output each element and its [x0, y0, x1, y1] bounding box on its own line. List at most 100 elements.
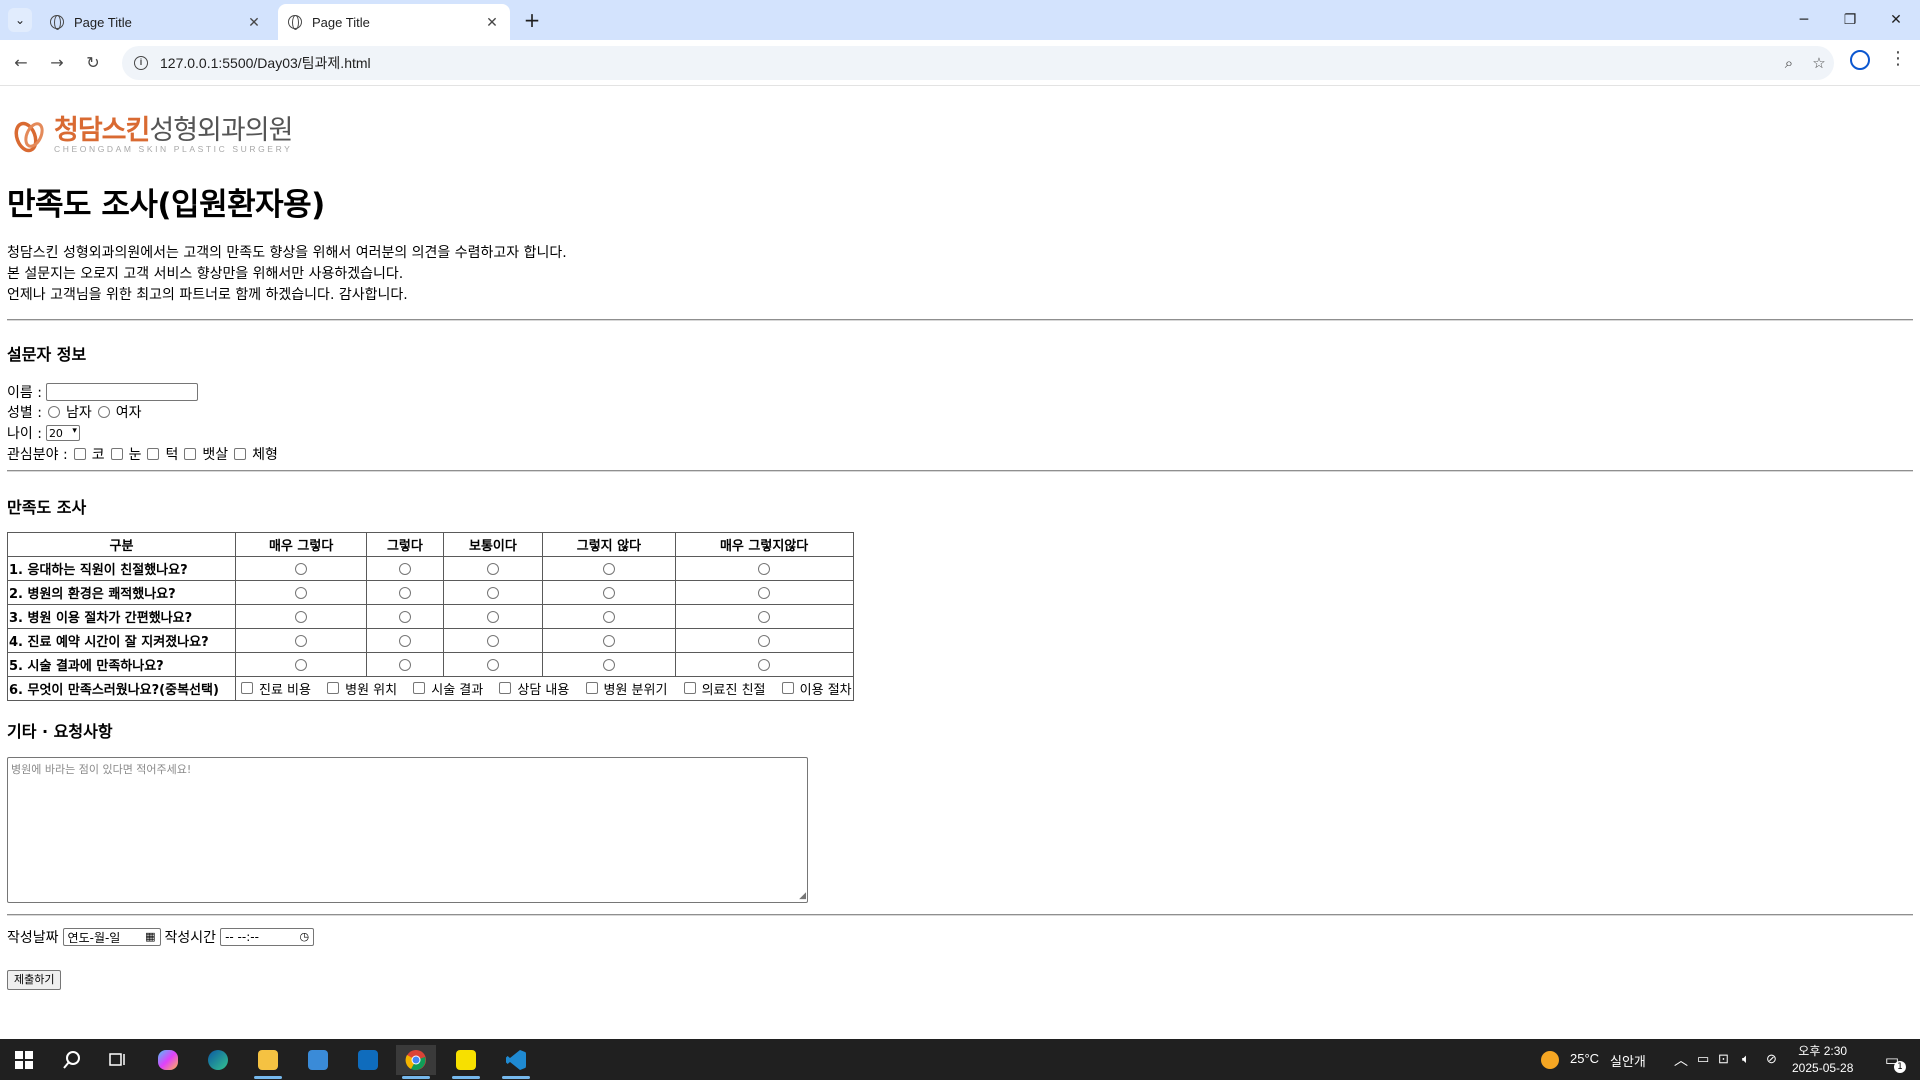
date-input[interactable]: 연도-월-일 ▦ [62, 928, 161, 946]
back-icon[interactable]: ← [8, 50, 34, 76]
clock-icon[interactable]: ◷ [299, 930, 309, 943]
rating-radio[interactable] [398, 634, 411, 647]
multi-option[interactable]: 진료 비용 [237, 679, 311, 698]
minimize-icon[interactable]: ─ [1794, 8, 1814, 32]
rating-cell[interactable] [366, 556, 444, 581]
rating-cell[interactable] [234, 556, 368, 581]
interest-checkbox[interactable] [147, 448, 160, 460]
rating-radio[interactable] [602, 658, 615, 671]
rating-cell[interactable] [442, 580, 544, 605]
rating-radio[interactable] [295, 610, 308, 623]
meet-now-icon[interactable]: ▭ [1697, 1051, 1709, 1067]
tab-close-icon[interactable]: ✕ [246, 14, 262, 31]
gender-option-female[interactable]: 여자 [97, 402, 141, 422]
rating-radio[interactable] [486, 562, 499, 575]
store-icon[interactable] [298, 1045, 338, 1075]
submit-button[interactable]: 제출하기 [7, 970, 62, 990]
multi-option[interactable]: 이용 절차 [778, 679, 852, 698]
multi-checkbox[interactable] [781, 682, 794, 695]
rating-cell[interactable] [674, 556, 854, 581]
resize-grip-icon[interactable]: ◢ [799, 891, 806, 901]
url-text[interactable]: 127.0.0.1:5500/Day03/팀과제.html [160, 53, 1774, 73]
tab-close-icon[interactable]: ✕ [484, 14, 500, 31]
rating-radio[interactable] [295, 562, 308, 575]
network-icon[interactable]: ⊡ [1718, 1051, 1729, 1067]
bookmark-star-icon[interactable]: ☆ [1804, 54, 1834, 72]
rating-radio[interactable] [398, 658, 411, 671]
taskbar-clock[interactable]: 오후 2:30 2025-05-28 [1792, 1043, 1853, 1077]
gender-option-male[interactable]: 남자 [47, 402, 92, 422]
gender-radio[interactable] [47, 406, 60, 418]
rating-cell[interactable] [542, 580, 676, 605]
rating-radio[interactable] [486, 610, 499, 623]
chrome-icon[interactable] [396, 1045, 436, 1079]
interest-checkbox[interactable] [110, 448, 123, 460]
new-tab-button[interactable]: + [520, 8, 544, 32]
rating-cell[interactable] [674, 652, 854, 677]
rating-radio[interactable] [295, 658, 308, 671]
rating-radio[interactable] [758, 658, 771, 671]
rating-radio[interactable] [486, 658, 499, 671]
task-view-icon[interactable] [98, 1045, 138, 1075]
rating-cell[interactable] [366, 652, 444, 677]
rating-cell[interactable] [674, 604, 854, 629]
tray-chevron-icon[interactable]: ︿ [1674, 1050, 1688, 1070]
rating-cell[interactable] [542, 652, 676, 677]
rating-cell[interactable] [542, 628, 676, 653]
profile-icon[interactable] [1850, 50, 1870, 70]
zoom-icon[interactable]: ⌕ [1774, 54, 1804, 72]
copilot-icon[interactable] [148, 1045, 188, 1075]
interest-option-eyes[interactable]: 눈 [110, 444, 141, 464]
rating-cell[interactable] [674, 628, 854, 653]
address-bar[interactable]: i 127.0.0.1:5500/Day03/팀과제.html ⌕ ☆ [122, 46, 1834, 80]
outlook-icon[interactable] [348, 1045, 388, 1075]
notification-icon[interactable]: ▭ 1 [1872, 1045, 1912, 1075]
rating-cell[interactable] [542, 556, 676, 581]
restore-icon[interactable]: ❐ [1840, 8, 1860, 32]
site-info-icon[interactable]: i [134, 56, 148, 70]
interest-option-nose[interactable]: 코 [73, 444, 105, 464]
rating-cell[interactable] [674, 580, 854, 605]
multi-checkbox[interactable] [413, 682, 426, 695]
browser-menu-icon[interactable]: ⋮ [1888, 48, 1908, 69]
interest-checkbox[interactable] [73, 448, 86, 460]
forward-icon[interactable]: → [44, 50, 70, 76]
interest-option-jaw[interactable]: 턱 [147, 444, 178, 464]
reload-icon[interactable]: ↻ [80, 50, 106, 76]
rating-cell[interactable] [366, 580, 444, 605]
volume-icon[interactable]: 🔈︎ [1742, 1051, 1750, 1067]
rating-cell[interactable] [234, 652, 368, 677]
rating-radio[interactable] [398, 562, 411, 575]
rating-radio[interactable] [486, 634, 499, 647]
rating-cell[interactable] [234, 628, 368, 653]
rating-cell[interactable] [234, 604, 368, 629]
rating-cell[interactable] [366, 628, 444, 653]
browser-tab-active[interactable]: Page Title ✕ [278, 4, 510, 40]
gender-radio[interactable] [97, 406, 110, 418]
vscode-icon[interactable] [496, 1045, 536, 1079]
name-input[interactable] [45, 383, 198, 401]
multi-option[interactable]: 상담 내용 [495, 679, 569, 698]
browser-tab-inactive[interactable]: Page Title ✕ [40, 4, 272, 40]
rating-cell[interactable] [442, 604, 544, 629]
rating-cell[interactable] [234, 580, 368, 605]
multi-option[interactable]: 시술 결과 [409, 679, 483, 698]
time-input[interactable]: -- --:-- ◷ [220, 928, 315, 946]
age-select[interactable]: 20 ▾ [45, 425, 80, 441]
rating-radio[interactable] [758, 634, 771, 647]
requests-textarea[interactable]: 병원에 바라는 점이 있다면 적어주세요! ◢ [7, 757, 808, 903]
kakaotalk-icon[interactable] [446, 1045, 486, 1079]
rating-cell[interactable] [366, 604, 444, 629]
rating-radio[interactable] [602, 562, 615, 575]
rating-radio[interactable] [602, 586, 615, 599]
rating-cell[interactable] [442, 628, 544, 653]
multi-checkbox[interactable] [499, 682, 512, 695]
calendar-icon[interactable]: ▦ [145, 930, 155, 943]
search-icon[interactable] [52, 1045, 92, 1075]
rating-radio[interactable] [602, 634, 615, 647]
rating-radio[interactable] [758, 586, 771, 599]
weather-icon[interactable] [1530, 1045, 1570, 1075]
rating-radio[interactable] [398, 610, 411, 623]
multi-option[interactable]: 병원 분위기 [582, 679, 667, 698]
multi-checkbox[interactable] [327, 682, 340, 695]
